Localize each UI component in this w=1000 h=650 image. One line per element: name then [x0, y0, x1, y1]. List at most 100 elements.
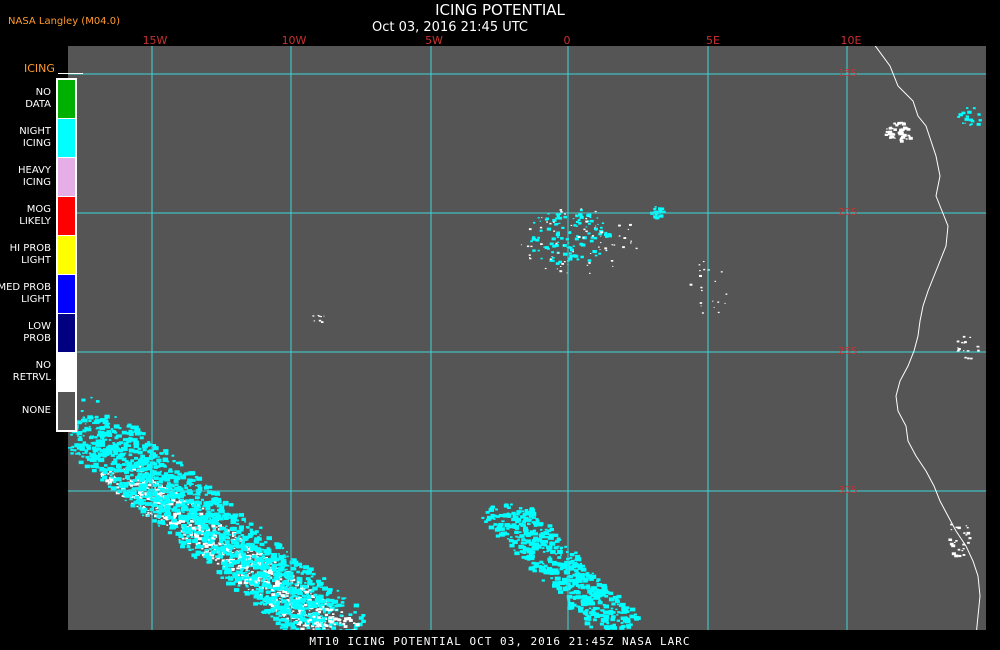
icing-pixel	[608, 597, 615, 602]
icing-pixel	[327, 598, 332, 603]
icing-pixel	[893, 128, 897, 131]
icing-pixel	[91, 466, 94, 469]
icing-pixel	[574, 237, 579, 241]
icing-pixel	[563, 252, 568, 256]
icing-pixel	[104, 471, 108, 475]
icing-pixel	[84, 449, 89, 452]
icing-pixel	[251, 572, 254, 574]
icing-pixel	[523, 517, 529, 522]
icing-pixel	[108, 439, 112, 441]
icing-pixel	[92, 441, 97, 445]
legend-label-1: NIGHT ICING	[19, 126, 51, 149]
icing-pixel	[154, 487, 156, 489]
icing-pixel	[230, 554, 234, 557]
icing-pixel	[235, 519, 239, 522]
icing-pixel	[556, 236, 560, 238]
icing-pixel	[635, 247, 638, 250]
icing-pixel	[224, 535, 229, 539]
icing-pixel	[318, 319, 322, 322]
icing-pixel	[220, 576, 225, 579]
icing-pixel	[138, 506, 143, 510]
icing-pixel	[546, 550, 550, 553]
icing-pixel	[219, 540, 224, 544]
icing-pixel	[221, 555, 223, 557]
icing-pixel	[124, 467, 127, 470]
icing-pixel	[310, 575, 314, 578]
icing-pixel	[142, 499, 146, 502]
icing-pixel	[284, 581, 290, 586]
icing-pixel	[79, 421, 83, 424]
icing-pixel	[489, 506, 493, 509]
icing-pixel	[222, 500, 229, 505]
lat-label-30s: 30S	[838, 485, 858, 496]
icing-pixel	[278, 568, 282, 571]
icing-pixel	[246, 591, 250, 594]
icing-pixel	[202, 505, 205, 508]
icing-pixel	[564, 545, 568, 548]
icing-pixel	[154, 470, 157, 472]
icing-pixel	[177, 472, 182, 476]
icing-pixel	[216, 562, 220, 565]
icing-pixel	[312, 603, 315, 605]
icing-pixel	[140, 478, 145, 482]
icing-pixel	[610, 624, 613, 627]
icing-pixel	[504, 523, 511, 528]
icing-pixel	[113, 458, 118, 462]
icing-pixel	[99, 466, 105, 470]
icing-pixel	[585, 613, 589, 617]
icing-pixel	[966, 531, 971, 535]
icing-pixel	[270, 607, 276, 612]
icing-pixel	[312, 572, 316, 576]
icing-pixel	[274, 542, 280, 546]
icing-pixel	[136, 440, 140, 443]
icing-pixel	[94, 415, 99, 419]
legend-swatch-8	[58, 392, 75, 430]
icing-pixel	[601, 588, 604, 591]
icing-pixel	[186, 500, 191, 504]
icing-pixel	[341, 597, 345, 600]
icing-pixel	[178, 487, 184, 491]
icing-pixel	[313, 320, 316, 322]
icing-pixel	[348, 613, 353, 616]
icing-pixel	[141, 495, 145, 498]
icing-pixel	[534, 547, 539, 551]
icing-pixel	[147, 509, 150, 512]
legend-swatch-1	[58, 119, 75, 157]
icing-pixel	[555, 582, 558, 584]
icing-pixel	[319, 606, 323, 609]
icing-pixel	[565, 238, 569, 241]
icing-pixel	[320, 316, 322, 318]
icing-pixel	[157, 487, 160, 490]
icing-pixel	[123, 442, 129, 446]
icing-pixel	[597, 223, 599, 225]
icing-pixel	[534, 570, 537, 572]
icing-pixel	[963, 532, 966, 534]
icing-pixel	[353, 611, 357, 614]
legend-swatch-7	[58, 353, 75, 391]
icing-pixel	[957, 526, 961, 530]
icing-pixel	[284, 556, 287, 558]
icing-pixel	[144, 469, 147, 472]
icing-pixel	[572, 245, 575, 247]
icing-pixel	[888, 127, 892, 130]
icing-pixel	[336, 603, 342, 608]
icing-pixel	[564, 581, 568, 584]
icing-pixel	[529, 511, 532, 514]
satellite-map[interactable]	[68, 46, 986, 630]
icing-pixel	[339, 618, 342, 621]
icing-pixel	[481, 516, 485, 519]
icing-pixel	[515, 535, 518, 538]
icing-pixel	[568, 252, 572, 255]
icing-pixel	[970, 123, 973, 126]
icing-pixel	[596, 578, 601, 582]
icing-pixel	[543, 246, 545, 248]
icing-pixel	[307, 569, 312, 573]
icing-pixel	[567, 602, 573, 606]
icing-pixel	[104, 438, 108, 441]
icing-pixel	[547, 524, 553, 528]
icing-pixel	[238, 564, 241, 567]
icing-pixel	[328, 619, 333, 623]
icing-pixel	[336, 589, 340, 592]
icing-pixel	[240, 574, 244, 576]
icing-pixel	[201, 547, 204, 550]
